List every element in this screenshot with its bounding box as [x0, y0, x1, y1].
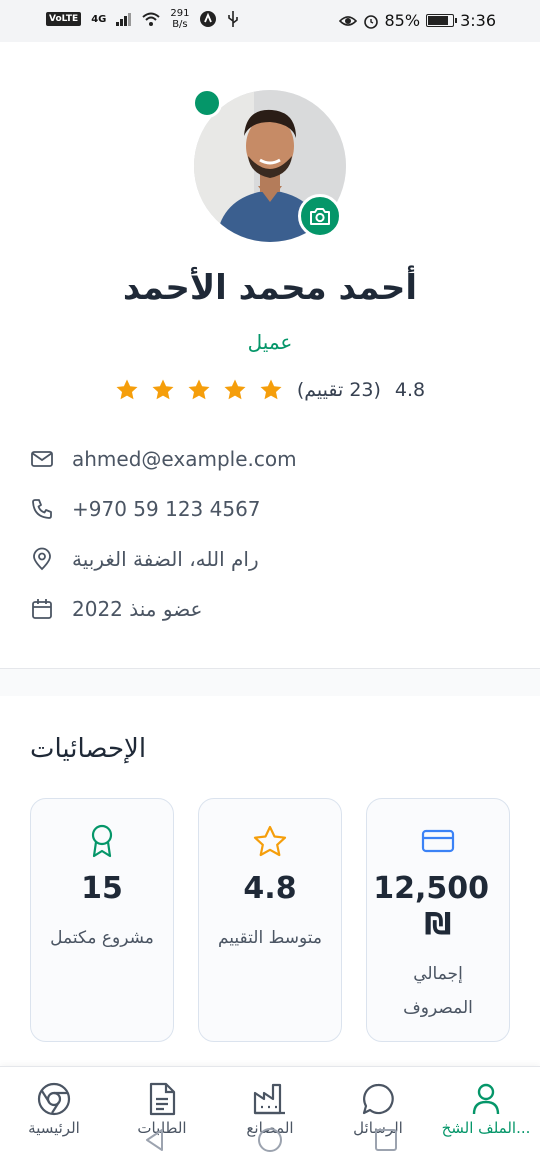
usb-icon [228, 11, 239, 27]
phone-text: +970 59 123 4567 [72, 497, 261, 521]
star-icon [152, 379, 174, 400]
review-count: (23 تقييم) [296, 379, 381, 401]
stat-label: إجمالي المصروف [403, 964, 473, 1018]
credit-card-icon [367, 823, 509, 859]
app-notification-icon [200, 11, 217, 27]
phone-icon [30, 497, 54, 521]
stat-value: 4.8 [243, 871, 297, 906]
battery-percent: 85% [384, 11, 421, 30]
member-since-text: عضو منذ 2022 [72, 597, 203, 621]
stat-value: 15 [81, 871, 123, 906]
network-speed: 291 B/s [170, 8, 189, 30]
mail-icon [30, 447, 54, 471]
eye-icon [338, 15, 357, 26]
system-navigation [0, 1124, 540, 1170]
map-pin-icon [30, 547, 54, 571]
change-photo-button[interactable] [298, 194, 342, 238]
location-text: رام الله، الضفة الغربية [72, 547, 259, 571]
rating-stars [115, 378, 283, 402]
speed-unit: B/s [172, 19, 188, 30]
rating-value: 4.8 [394, 379, 426, 401]
message-circle-icon [324, 1081, 432, 1117]
chrome-icon [0, 1081, 108, 1117]
stat-label: متوسط التقييم [217, 928, 322, 948]
profile-role: عميل [247, 330, 293, 354]
speed-value: 291 [170, 8, 190, 19]
recents-icon[interactable] [374, 1128, 398, 1152]
phone-row[interactable]: +970 59 123 4567 [30, 484, 510, 534]
online-status-indicator [192, 88, 222, 118]
contact-info: ahmed@example.com +970 59 123 4567 رام ا… [30, 434, 510, 634]
stat-card-spent: 12,500 ₪ إجمالي المصروف [366, 798, 510, 1042]
stat-label: مشروع مكتمل [50, 928, 154, 948]
stats-title: الإحصائيات [30, 734, 147, 764]
stat-value: 12,500 ₪ [373, 871, 489, 942]
clock: 3:36 [460, 11, 496, 30]
award-icon [31, 823, 173, 859]
factory-icon [216, 1081, 324, 1117]
back-icon[interactable] [144, 1128, 166, 1152]
stat-card-projects: 15 مشروع مكتمل [30, 798, 174, 1042]
home-circle-icon[interactable] [257, 1128, 283, 1154]
location-row: رام الله، الضفة الغربية [30, 534, 510, 584]
network-type: 4G [91, 13, 107, 25]
section-divider [0, 668, 540, 696]
star-icon [199, 823, 341, 859]
email-row[interactable]: ahmed@example.com [30, 434, 510, 484]
camera-icon [310, 208, 330, 225]
volte-badge: VoLTE [46, 12, 82, 26]
stat-card-rating: 4.8 متوسط التقييم [198, 798, 342, 1042]
star-icon [260, 379, 282, 400]
signal-icon [116, 13, 132, 26]
calendar-icon [30, 597, 54, 621]
status-bar: VoLTE 4G 291 B/s 85% 3:36 [0, 0, 540, 42]
star-icon [224, 379, 246, 400]
file-text-icon [108, 1081, 216, 1117]
alarm-icon [363, 14, 378, 29]
battery-fill [428, 16, 449, 25]
email-text: ahmed@example.com [72, 447, 297, 471]
avatar-container [192, 88, 346, 242]
rating-row: (23 تقييم) 4.8 [0, 378, 540, 402]
member-since-row: عضو منذ 2022 [30, 584, 510, 634]
wifi-icon [142, 12, 161, 26]
star-icon [188, 379, 210, 400]
user-icon [432, 1081, 540, 1117]
battery-icon [426, 14, 458, 27]
profile-name: أحمد محمد الأحمد [122, 268, 418, 308]
star-icon [116, 379, 138, 400]
